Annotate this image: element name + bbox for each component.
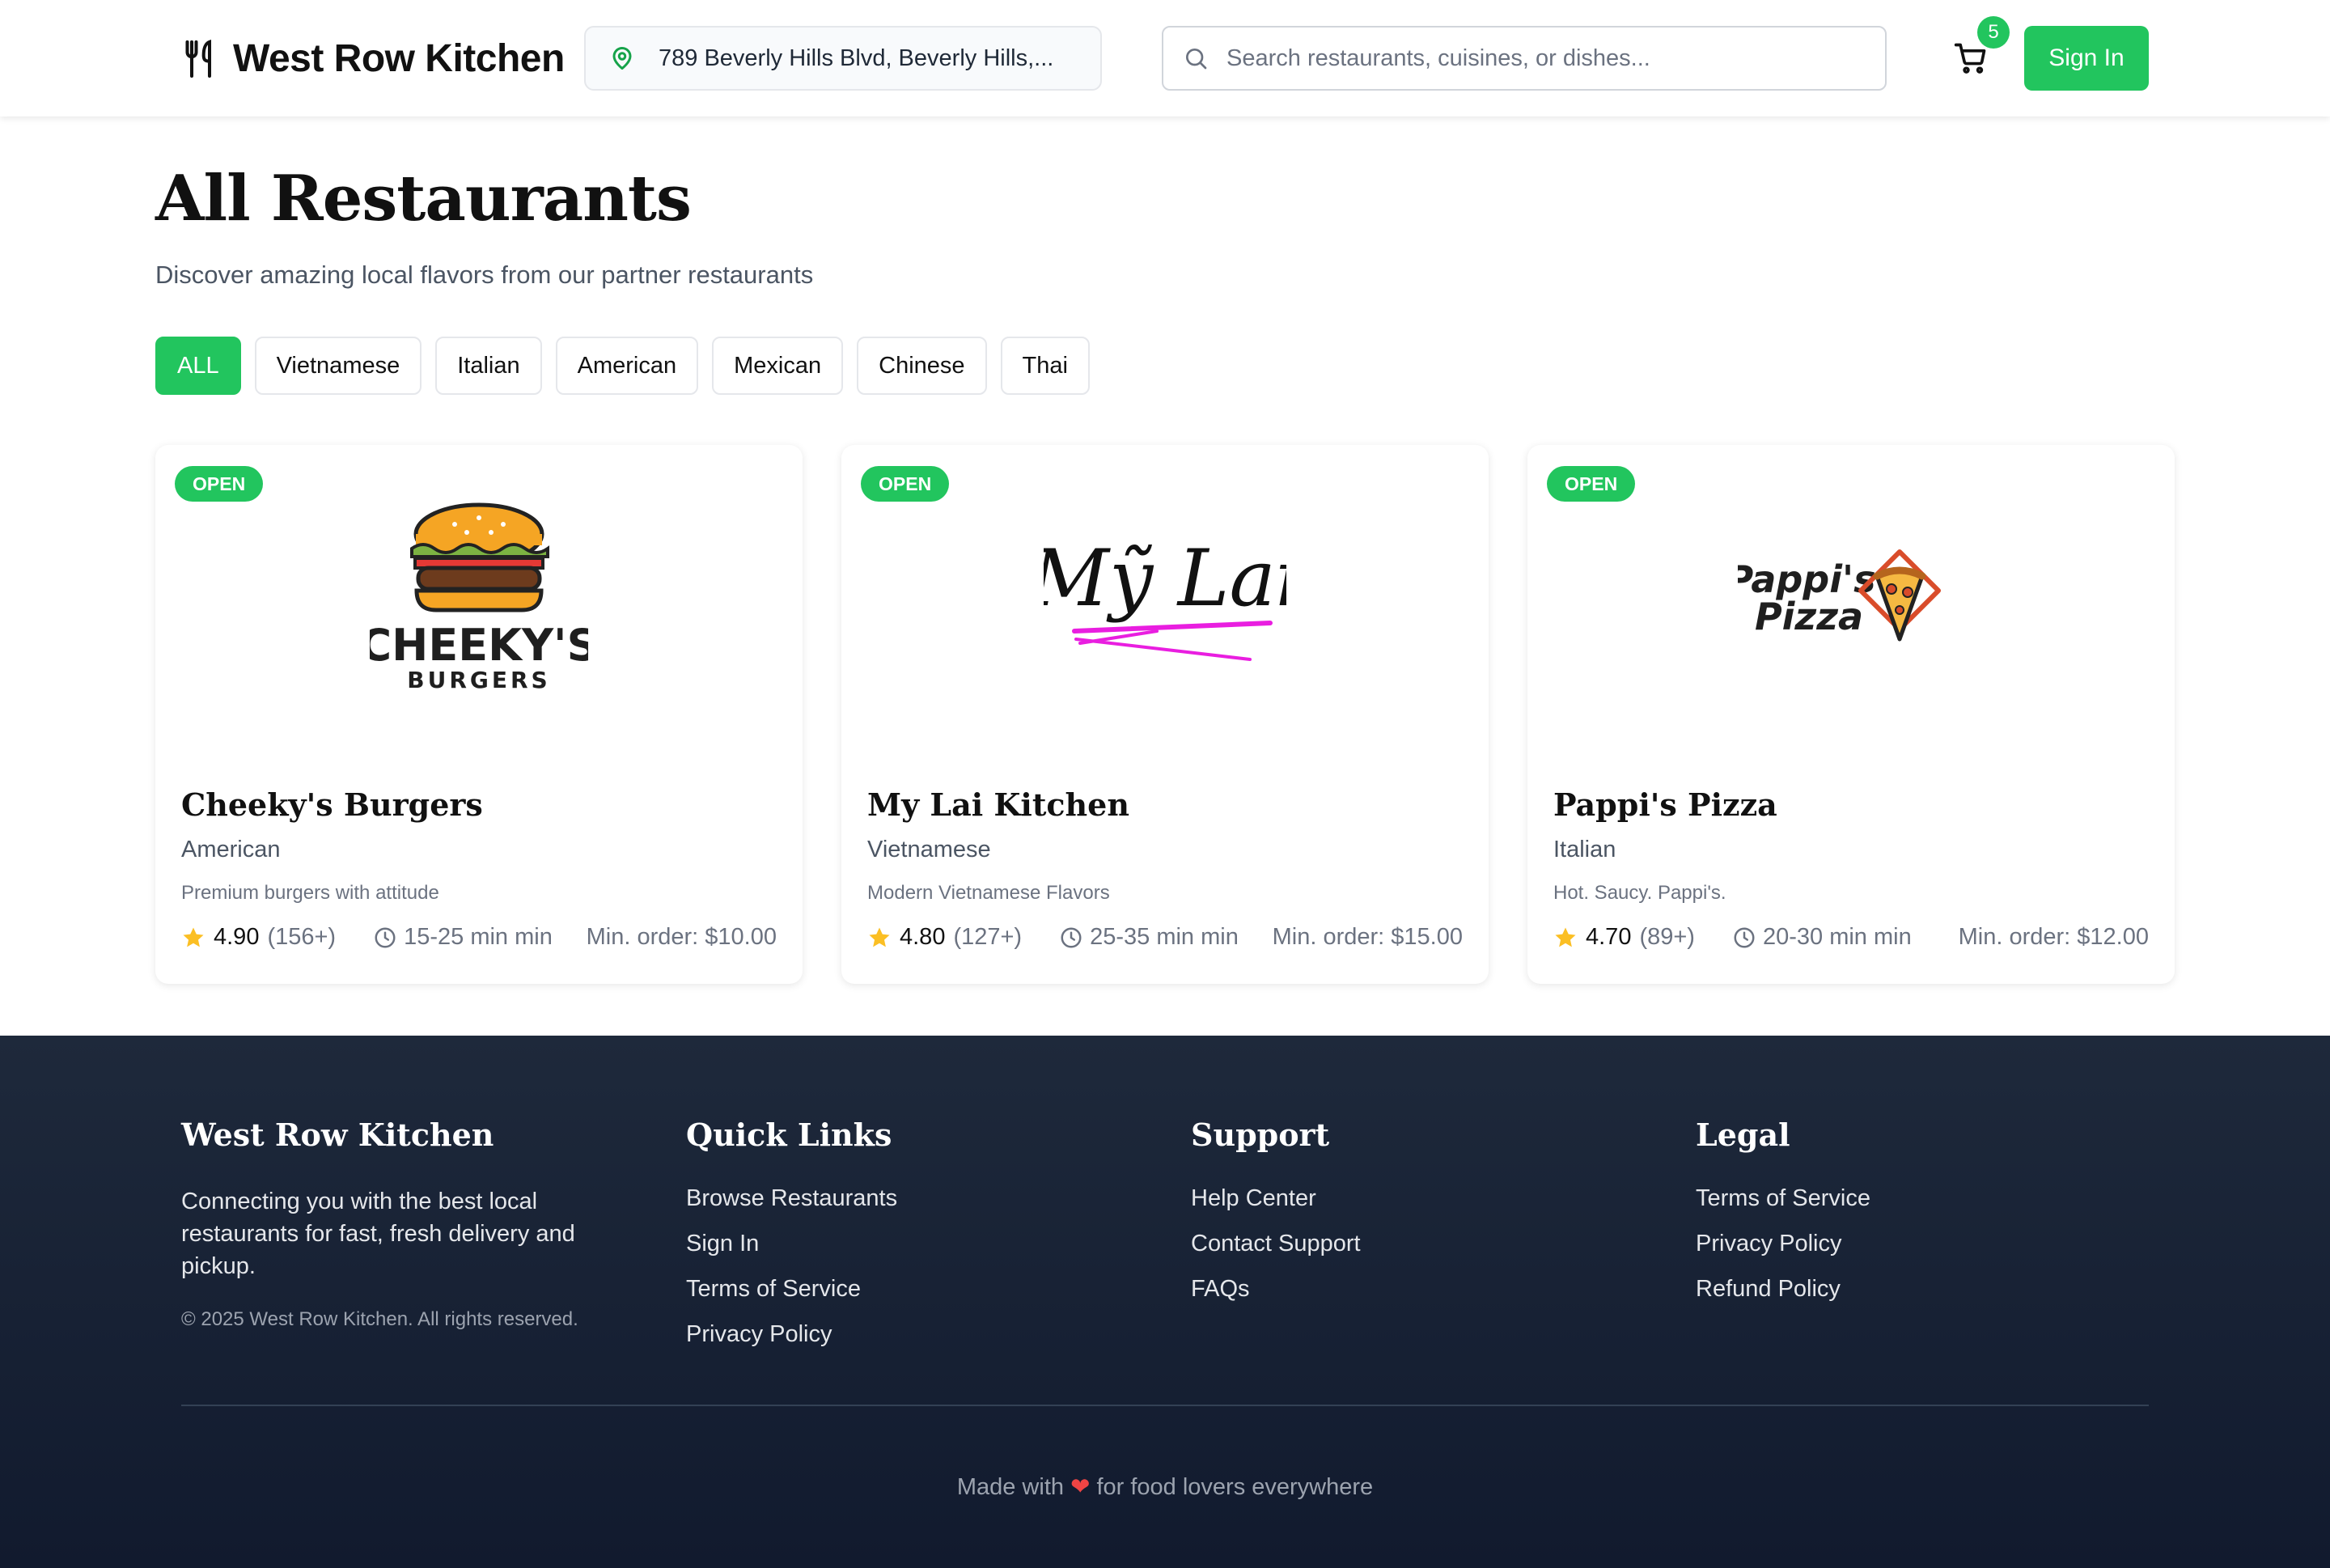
footer-brand-description: Connecting you with the best local resta…: [181, 1189, 575, 1279]
sign-in-button[interactable]: Sign In: [2024, 26, 2149, 91]
review-count: (156+): [267, 924, 337, 950]
map-pin-icon: [612, 47, 632, 70]
rating: 4.70 (89+): [1553, 924, 1695, 951]
delivery-time: 25-35 min min: [1059, 924, 1239, 951]
restaurant-logo: Mỹ Lai: [841, 502, 1489, 696]
rating-value: 4.80: [900, 924, 946, 950]
restaurant-cuisine: Vietnamese: [867, 837, 991, 862]
footer-link-privacy[interactable]: Privacy Policy: [686, 1321, 897, 1349]
footer-link-contact-support[interactable]: Contact Support: [1191, 1231, 1361, 1258]
rating-value: 4.70: [1586, 924, 1632, 950]
footer-legal: Legal Terms of Service Privacy Policy Re…: [1696, 1117, 1870, 1321]
footer-link-privacy-policy[interactable]: Privacy Policy: [1696, 1231, 1870, 1258]
rating: 4.90 (156+): [181, 924, 336, 951]
min-order: Min. order: $12.00: [1958, 924, 2149, 950]
cart-count-badge: 5: [1977, 16, 2010, 49]
cart-icon[interactable]: [1953, 40, 1989, 76]
footer-link-browse-restaurants[interactable]: Browse Restaurants: [686, 1185, 897, 1213]
delivery-time: 15-25 min min: [373, 924, 553, 951]
rating-value: 4.90: [214, 924, 260, 950]
logo-text: Mỹ Lai: [1044, 533, 1286, 624]
footer-link-refund-policy[interactable]: Refund Policy: [1696, 1276, 1870, 1303]
brand[interactable]: West Row Kitchen: [183, 31, 565, 86]
min-order: Min. order: $15.00: [1272, 924, 1463, 950]
filter-chip-vietnamese[interactable]: Vietnamese: [254, 337, 422, 395]
restaurant-logo: Pappi's Pizza: [1527, 502, 2175, 696]
filter-chip-chinese[interactable]: Chinese: [857, 337, 987, 395]
status-badge: OPEN: [1547, 466, 1636, 502]
tagline-end: for food lovers everywhere: [1096, 1474, 1374, 1500]
delivery-time-text: 15-25 min min: [404, 924, 553, 950]
filter-chip-italian[interactable]: Italian: [435, 337, 542, 395]
review-count: (127+): [953, 924, 1023, 950]
restaurant-description: Hot. Saucy. Pappi's.: [1553, 882, 1726, 904]
brand-name: West Row Kitchen: [233, 36, 565, 80]
footer-tagline: Made with ❤ for food lovers everywhere: [0, 1473, 2330, 1501]
tagline-start: Made with: [956, 1474, 1064, 1500]
clock-icon: [375, 927, 396, 947]
restaurant-logo: CHEEKY'S BURGERS: [155, 502, 803, 696]
page-title: All Restaurants: [155, 162, 692, 235]
status-badge: OPEN: [175, 466, 264, 502]
restaurant-card[interactable]: OPEN CHEEKY'S BURGERS Cheeky's Burgers A…: [155, 445, 803, 984]
delivery-address-selector[interactable]: 789 Beverly Hills Blvd, Beverly Hills,..…: [584, 26, 1102, 91]
filter-chip-all[interactable]: ALL: [155, 337, 241, 395]
restaurant-meta: 4.70 (89+) 20-30 min min Min. order: $12…: [1553, 924, 2149, 951]
footer-divider: [181, 1405, 2149, 1406]
restaurant-card[interactable]: OPEN Pappi's Pizza Pappi's Pizza Italian…: [1527, 445, 2175, 984]
delivery-time-text: 20-30 min min: [1762, 924, 1912, 950]
footer-column-title: Legal: [1696, 1117, 1790, 1153]
status-badge: OPEN: [861, 466, 950, 502]
restaurant-card[interactable]: OPEN Mỹ Lai My Lai Kitchen Vietnamese Mo…: [841, 445, 1489, 984]
star-icon: [1555, 927, 1576, 947]
restaurant-meta: 4.90 (156+) 15-25 min min Min. order: $1…: [181, 924, 777, 951]
footer-link-help-center[interactable]: Help Center: [1191, 1185, 1361, 1213]
filter-chip-mexican[interactable]: Mexican: [712, 337, 844, 395]
footer-link-sign-in[interactable]: Sign In: [686, 1231, 897, 1258]
delivery-time: 20-30 min min: [1732, 924, 1912, 951]
footer-brand-title: West Row Kitchen: [181, 1117, 494, 1153]
footer-column-title: Quick Links: [686, 1117, 892, 1153]
logo-subtext: BURGERS: [407, 667, 550, 693]
delivery-time-text: 25-35 min min: [1090, 924, 1239, 950]
restaurant-grid: OPEN CHEEKY'S BURGERS Cheeky's Burgers A…: [155, 445, 2175, 984]
page-subtitle: Discover amazing local flavors from our …: [155, 261, 814, 289]
restaurant-name: Pappi's Pizza: [1553, 786, 1777, 823]
footer-link-terms[interactable]: Terms of Service: [686, 1276, 897, 1303]
footer-link-faqs[interactable]: FAQs: [1191, 1276, 1361, 1303]
footer-about: West Row Kitchen Connecting you with the…: [181, 1117, 618, 1331]
rating: 4.80 (127+): [867, 924, 1022, 951]
min-order: Min. order: $10.00: [586, 924, 777, 950]
restaurant-name: My Lai Kitchen: [867, 786, 1129, 823]
clock-icon: [1734, 927, 1755, 947]
restaurant-cuisine: Italian: [1553, 837, 1616, 862]
footer-column-title: Support: [1191, 1117, 1330, 1153]
address-text: 789 Beverly Hills Blvd, Beverly Hills,..…: [659, 44, 1054, 71]
heart-icon: ❤: [1070, 1474, 1091, 1500]
filter-chip-american[interactable]: American: [555, 337, 699, 395]
restaurant-cuisine: American: [181, 837, 281, 862]
search-bar[interactable]: [1162, 26, 1887, 91]
footer-support: Support Help Center Contact Support FAQs: [1191, 1117, 1361, 1321]
review-count: (89+): [1639, 924, 1695, 950]
footer-link-terms-of-service[interactable]: Terms of Service: [1696, 1185, 1870, 1213]
footer: West Row Kitchen Connecting you with the…: [0, 1036, 2330, 1568]
logo-subtext: Pizza: [1755, 595, 1863, 638]
utensils-icon: [185, 40, 212, 78]
restaurant-meta: 4.80 (127+) 25-35 min min Min. order: $1…: [867, 924, 1463, 951]
top-navbar: West Row Kitchen 789 Beverly Hills Blvd,…: [0, 0, 2330, 117]
search-icon: [1186, 49, 1207, 70]
star-icon: [183, 927, 204, 947]
restaurant-description: Modern Vietnamese Flavors: [867, 882, 1110, 904]
restaurant-name: Cheeky's Burgers: [181, 786, 483, 823]
footer-quick-links: Quick Links Browse Restaurants Sign In T…: [686, 1117, 897, 1367]
restaurant-description: Premium burgers with attitude: [181, 882, 439, 904]
clock-icon: [1061, 927, 1082, 947]
cuisine-filters: ALL Vietnamese Italian American Mexican …: [155, 337, 1090, 395]
logo-text: CHEEKY'S: [370, 620, 588, 671]
star-icon: [869, 927, 890, 947]
copyright: © 2025 West Row Kitchen. All rights rese…: [181, 1308, 578, 1330]
filter-chip-thai[interactable]: Thai: [1000, 337, 1090, 395]
search-input[interactable]: [1226, 44, 1858, 72]
